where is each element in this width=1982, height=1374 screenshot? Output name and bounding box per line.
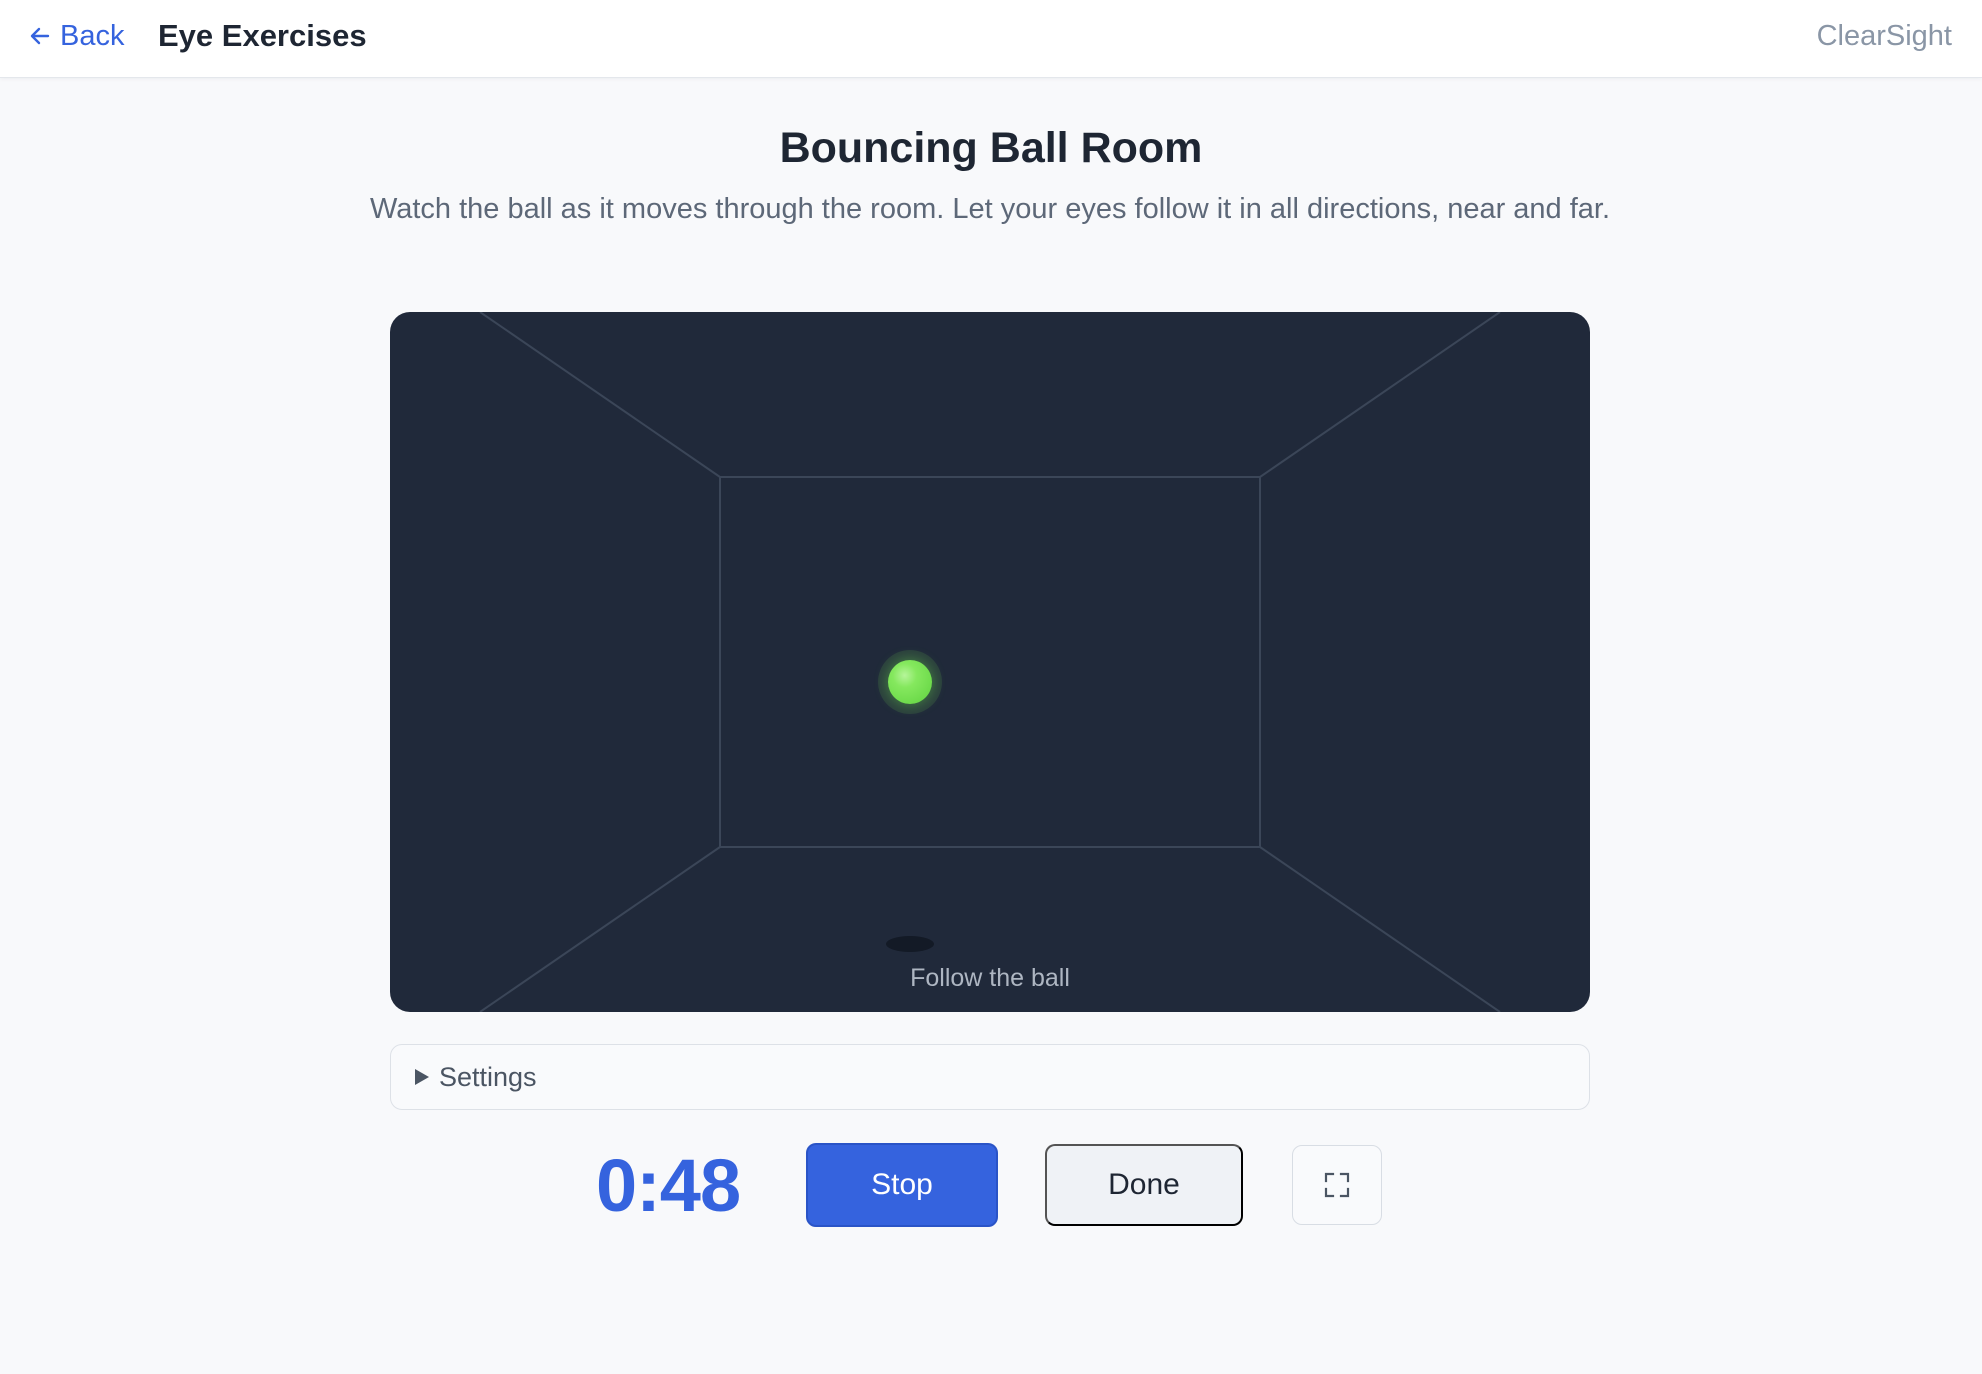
bouncing-ball[interactable]	[878, 650, 942, 714]
fullscreen-button[interactable]	[1292, 1145, 1382, 1225]
stop-button[interactable]: Stop	[806, 1143, 998, 1227]
ball-core	[888, 660, 932, 704]
settings-label: Settings	[439, 1061, 537, 1092]
brand-name: ClearSight	[1816, 19, 1952, 52]
top-bar: Back Eye Exercises ClearSight	[0, 0, 1982, 78]
back-link[interactable]: Back	[28, 16, 124, 56]
fullscreen-icon	[1324, 1172, 1350, 1198]
arrow-left-icon	[30, 27, 50, 45]
done-button[interactable]: Done	[1045, 1144, 1243, 1226]
room-hint: Follow the ball	[910, 964, 1070, 992]
app-title: Eye Exercises	[158, 18, 367, 53]
ball-shadow	[886, 936, 934, 952]
timer-display: 0:48	[596, 1143, 741, 1227]
triangle-right-icon	[415, 1069, 429, 1085]
settings-toggle[interactable]: Settings	[390, 1044, 1590, 1110]
exercise-title: Bouncing Ball Room	[779, 124, 1203, 172]
exercise-room[interactable]: Follow the ball	[390, 312, 1590, 1012]
room-walls	[479, 312, 1501, 1012]
back-label: Back	[60, 19, 125, 52]
exercise-description: Watch the ball as it moves through the r…	[369, 193, 1611, 225]
